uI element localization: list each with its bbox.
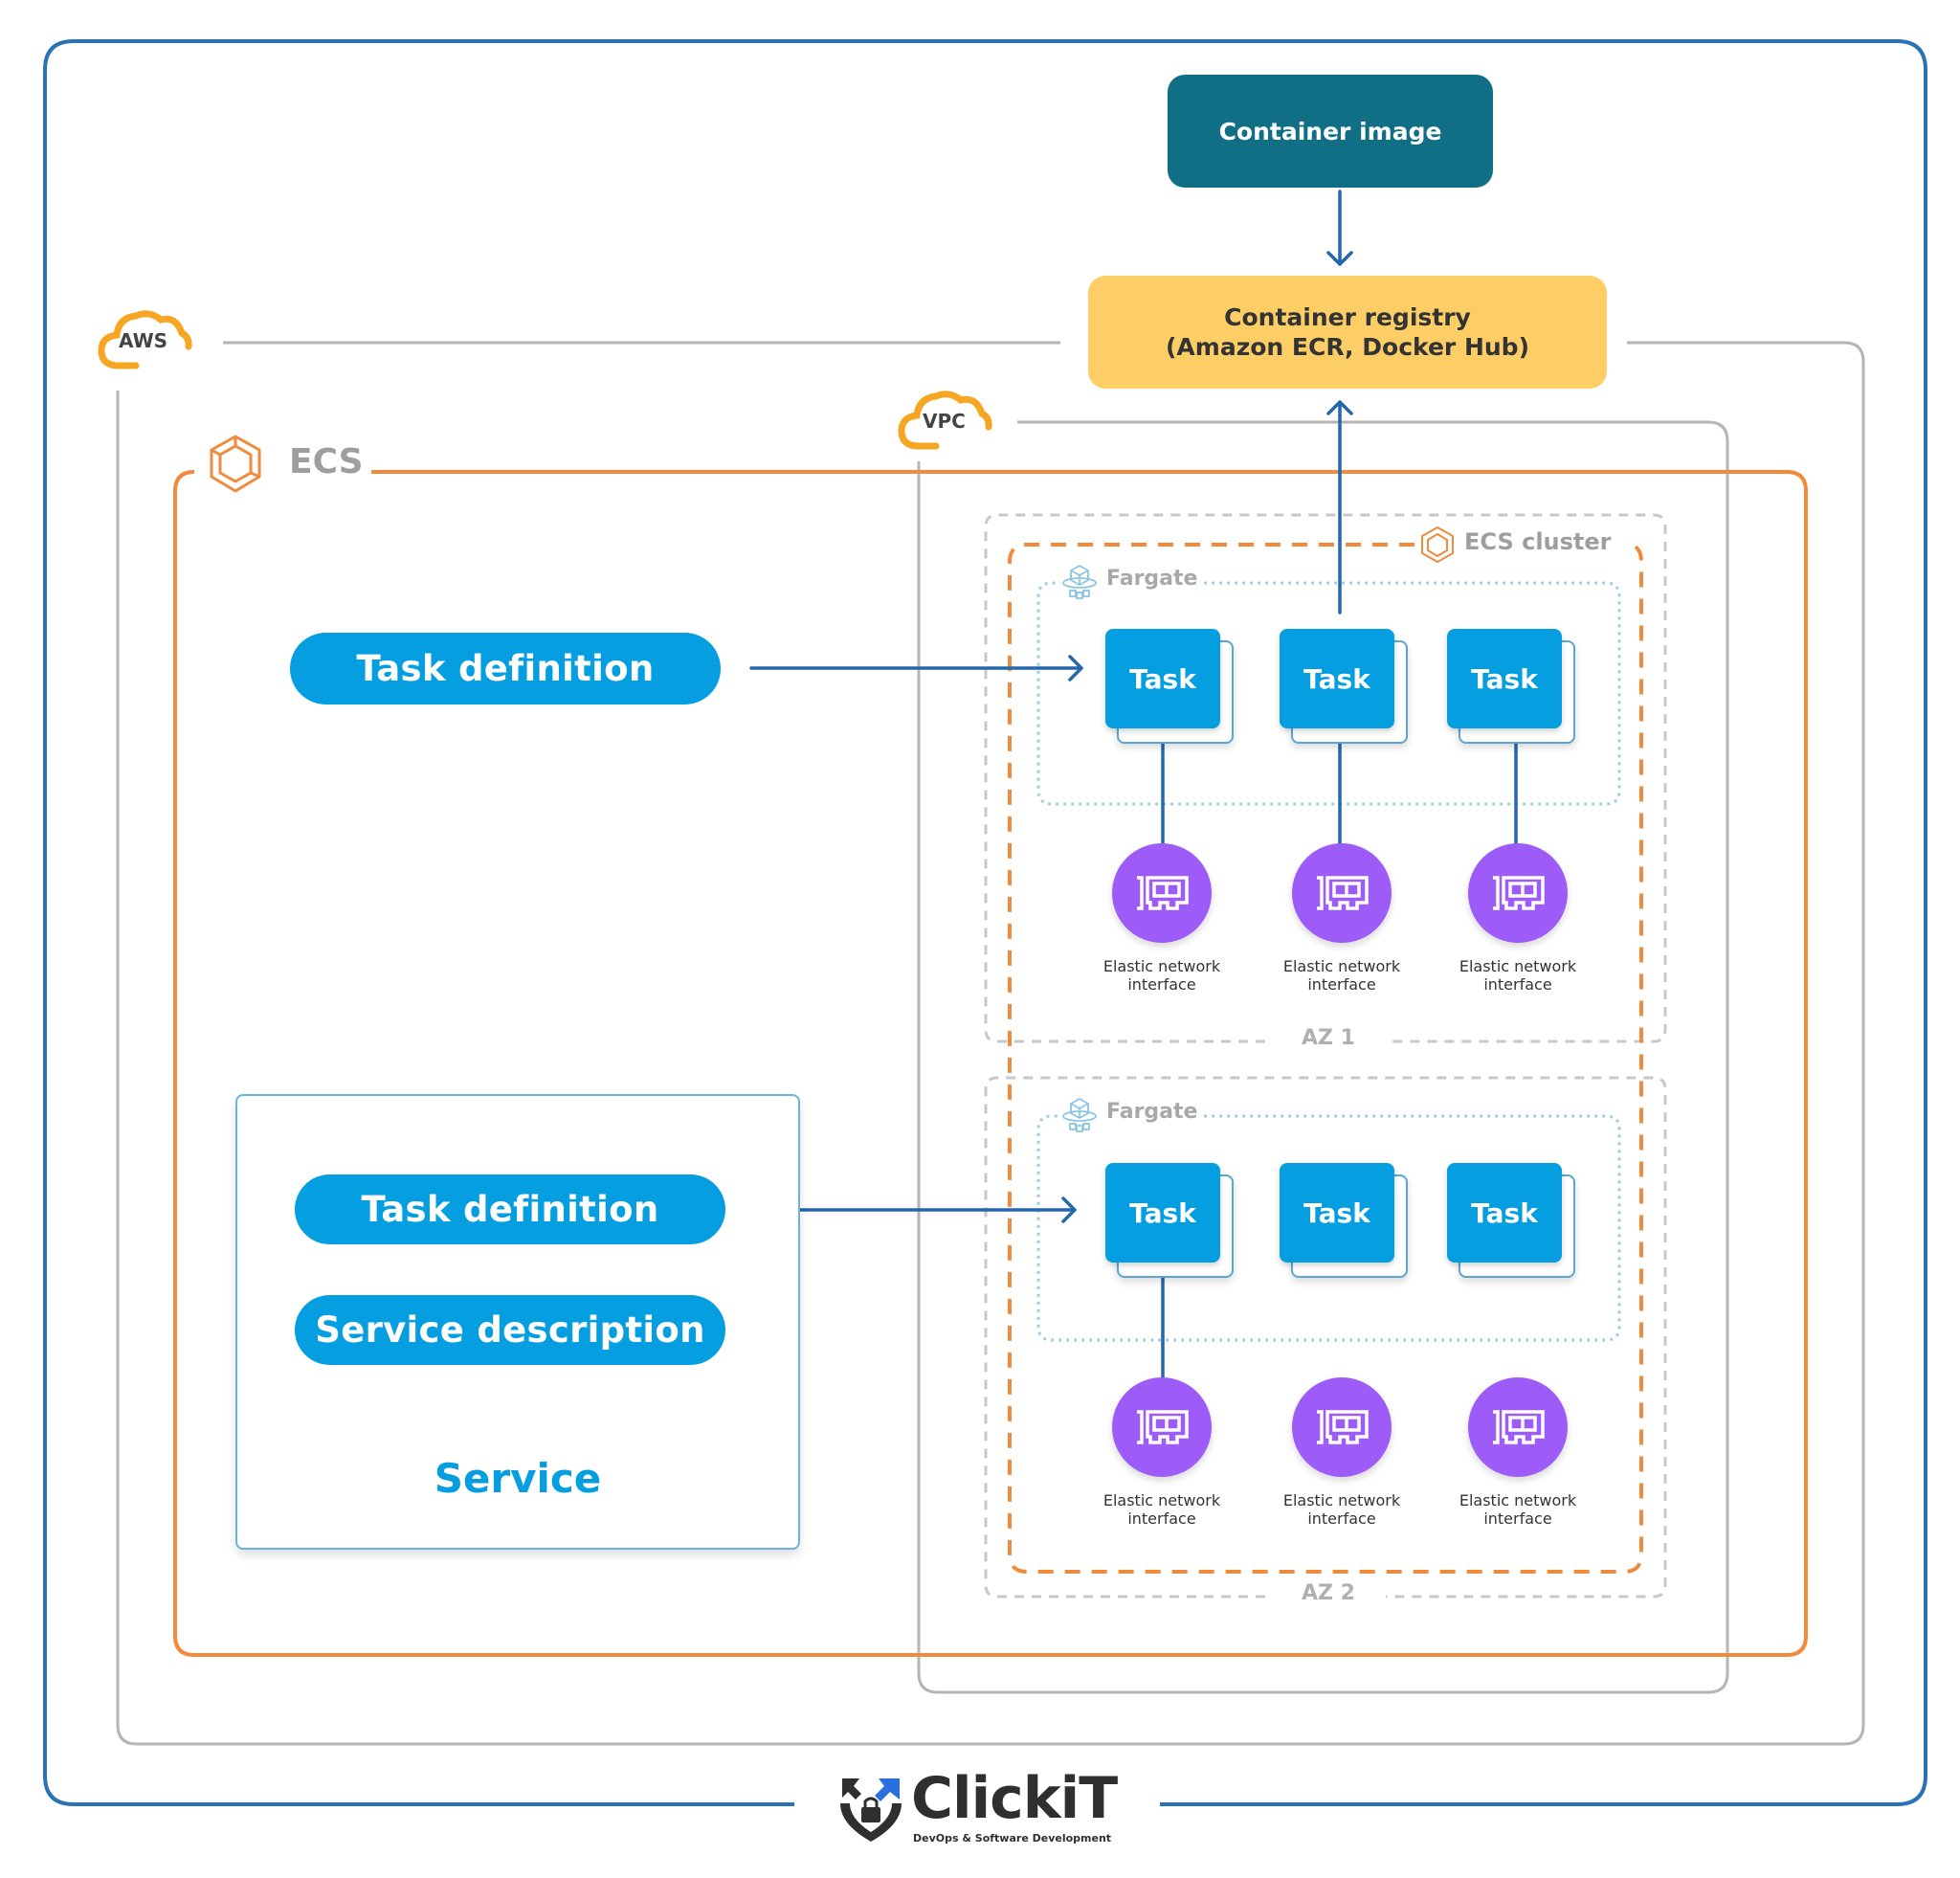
container-image-label: Container image [1218, 117, 1442, 145]
fargate-icon [1060, 1096, 1099, 1134]
fargate-icon [1060, 563, 1099, 601]
ecs-cluster-label: ECS cluster [1460, 528, 1621, 555]
registry-line1: Container registry [1224, 302, 1471, 331]
eni-node[interactable] [1112, 843, 1212, 943]
clickit-logo: ClickiT DevOps & Software Development [833, 1765, 1139, 1861]
logo-name-accent: iT [1059, 1765, 1118, 1832]
eni-label: Elastic network interface [1282, 1491, 1401, 1529]
service-description-pill[interactable]: Service description [295, 1295, 725, 1365]
task-card-face: Task [1105, 629, 1220, 728]
network-card-icon [1493, 876, 1545, 910]
task-label: Task [1303, 1196, 1370, 1229]
eni-node[interactable] [1292, 1377, 1392, 1477]
logo-name-main: Click [911, 1765, 1061, 1832]
task-label: Task [1129, 662, 1196, 695]
task-definition-label: Task definition [356, 648, 655, 689]
eni-label: Elastic network interface [1282, 957, 1401, 995]
task-label: Task [1471, 1196, 1538, 1229]
network-card-icon [1317, 876, 1369, 910]
arrow-task-to-registry [1326, 400, 1353, 615]
fargate-label-az2: Fargate [1101, 1100, 1204, 1124]
fargate-label-az1: Fargate [1101, 567, 1204, 591]
service-task-definition-pill[interactable]: Task definition [295, 1174, 725, 1244]
eni-node[interactable] [1468, 843, 1568, 943]
task-card-face: Task [1447, 1163, 1562, 1263]
az2-label: AZ 2 [1292, 1581, 1365, 1605]
container-image-box[interactable]: Container image [1168, 75, 1493, 188]
eni-node[interactable] [1468, 1377, 1568, 1477]
eni-label: Elastic network interface [1459, 957, 1577, 995]
network-card-icon [1137, 1410, 1189, 1444]
arrow-image-to-registry [1326, 190, 1353, 266]
task-label: Task [1471, 662, 1538, 695]
eni-label: Elastic network interface [1102, 957, 1221, 995]
task-card[interactable]: Task [1105, 1163, 1234, 1278]
task-label: Task [1129, 1196, 1196, 1229]
logo-tagline: DevOps & Software Development [913, 1832, 1112, 1844]
network-card-icon [1493, 1410, 1545, 1444]
arrow-taskdef-to-task-az1 [749, 655, 1083, 682]
shield-lock-icon [840, 1778, 902, 1842]
task-definition-pill[interactable]: Task definition [290, 633, 721, 704]
task-card[interactable]: Task [1447, 629, 1575, 744]
task-label: Task [1303, 662, 1370, 695]
diagram-lines [43, 39, 1927, 1806]
ecs-label: ECS [281, 442, 371, 481]
aws-label: AWS [119, 329, 168, 352]
task-card[interactable]: Task [1280, 1163, 1408, 1278]
vpc-cloud-badge: VPC [896, 385, 995, 454]
network-card-icon [1137, 876, 1189, 910]
ecs-architecture-diagram: AWS VPC ECS ECS cluster Container image … [0, 0, 1960, 1878]
task-card[interactable]: Task [1105, 629, 1234, 744]
ecs-hexagon-icon [207, 433, 264, 496]
service-title: Service [434, 1455, 602, 1502]
eni-node[interactable] [1292, 843, 1392, 943]
network-card-icon [1317, 1410, 1369, 1444]
service-description-label: Service description [315, 1309, 705, 1351]
logo-wordmark: ClickiT [911, 1765, 1118, 1832]
service-task-definition-label: Task definition [361, 1189, 659, 1230]
vpc-label: VPC [923, 410, 966, 433]
aws-cloud-badge: AWS [96, 304, 195, 373]
task-card-face: Task [1280, 1163, 1394, 1263]
task-card[interactable]: Task [1280, 629, 1408, 744]
task-card-face: Task [1105, 1163, 1220, 1263]
az1-label: AZ 1 [1292, 1026, 1365, 1050]
eni-node[interactable] [1112, 1377, 1212, 1477]
eni-label: Elastic network interface [1102, 1491, 1221, 1529]
ecs-cluster-hexagon-icon [1418, 525, 1457, 565]
container-registry-box[interactable]: Container registry (Amazon ECR, Docker H… [1088, 276, 1607, 389]
registry-line2: (Amazon ECR, Docker Hub) [1166, 333, 1529, 361]
eni-label: Elastic network interface [1459, 1491, 1577, 1529]
task-card-face: Task [1447, 629, 1562, 728]
task-card[interactable]: Task [1447, 1163, 1575, 1278]
task-card-face: Task [1280, 629, 1394, 728]
